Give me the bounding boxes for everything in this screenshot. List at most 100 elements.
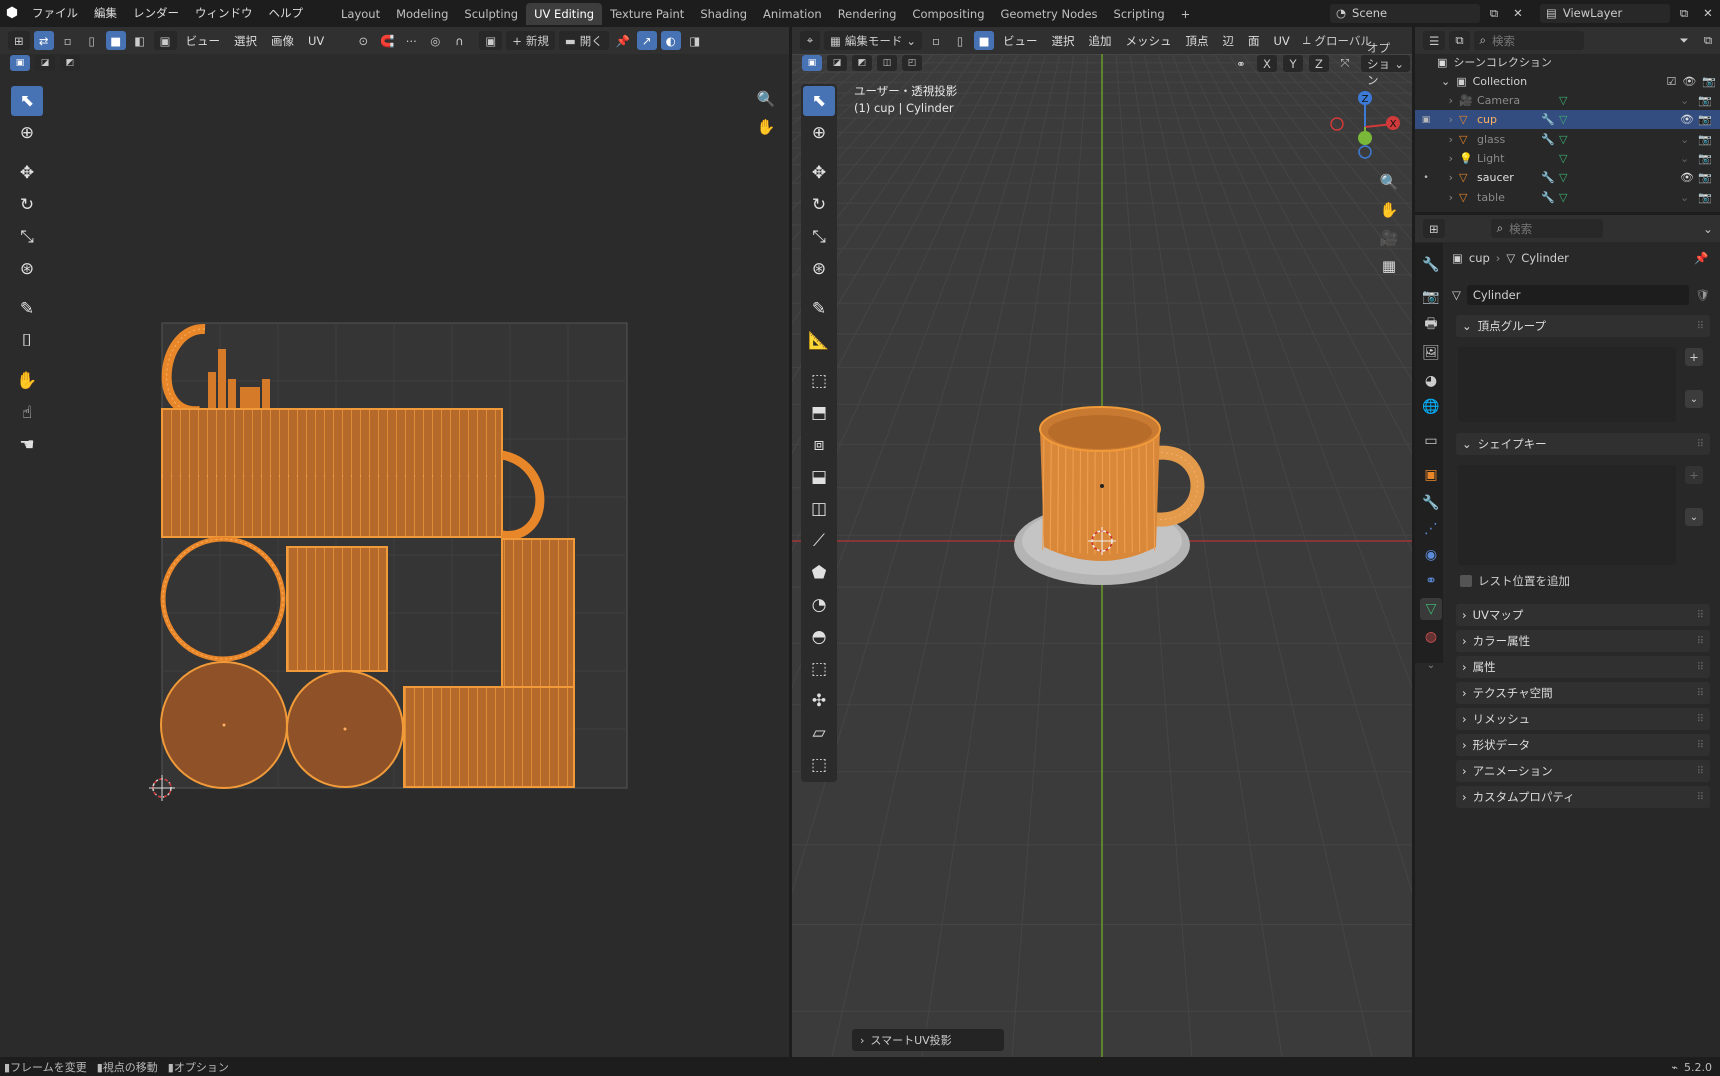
expand-chevron-icon[interactable]: ›	[1437, 191, 1459, 204]
sync-selection-icon[interactable]: ⇄	[33, 31, 54, 50]
move-tool-icon[interactable]: ✥	[11, 158, 43, 188]
shape-key-menu-icon[interactable]: ⌄	[1685, 508, 1703, 526]
outliner-item-light[interactable]: › 💡 Light ▽ ⌄ 📷	[1415, 149, 1720, 168]
eye-icon[interactable]: 👁	[1680, 171, 1698, 184]
panel-grip-icon[interactable]: ⠿	[1697, 714, 1710, 725]
camera-render-icon[interactable]: 📷	[1698, 152, 1720, 165]
uv-menu-select[interactable]: 選択	[227, 33, 264, 49]
panel-grip-icon[interactable]: ⠿	[1697, 688, 1710, 699]
new-view-layer-icon[interactable]: ⧉	[1674, 4, 1694, 23]
panel-header-4[interactable]: › リメッシュ ⠿	[1456, 708, 1710, 730]
vp-menu-uv[interactable]: UV	[1267, 34, 1297, 48]
tab-animation[interactable]: Animation	[755, 3, 830, 25]
rip-region-tool-icon[interactable]: ⬚	[803, 750, 835, 780]
navigation-gizmo[interactable]: Z X	[1325, 87, 1405, 167]
snap-target-icon[interactable]: ⋯	[401, 31, 421, 50]
scene-tab-icon[interactable]: ◕	[1420, 370, 1442, 392]
panel-grip-icon[interactable]: ⠿	[1697, 662, 1710, 673]
blender-logo-icon[interactable]: ⬢	[0, 5, 24, 21]
overlay-icon[interactable]: ◐	[660, 31, 681, 50]
vertex-group-menu-icon[interactable]: ⌄	[1685, 390, 1703, 408]
tab-texture-paint[interactable]: Texture Paint	[602, 3, 692, 25]
select-subtract-icon[interactable]: ◩	[60, 55, 80, 71]
vp-select-new-icon[interactable]: ▣	[802, 55, 822, 71]
tab-layout[interactable]: Layout	[333, 3, 388, 25]
mirror-z-toggle[interactable]: Z	[1309, 55, 1329, 72]
properties-search-field[interactable]: ⌕ 検索	[1490, 219, 1603, 238]
shape-key-add-icon[interactable]: +	[1685, 466, 1703, 484]
render-tab-icon[interactable]: 📷	[1420, 286, 1442, 308]
scene-selector[interactable]: ◔ Scene	[1330, 3, 1480, 23]
vp-select-extend-icon[interactable]: ◪	[827, 55, 847, 71]
mirror-y-toggle[interactable]: Y	[1283, 55, 1303, 72]
props-options-chevron-icon[interactable]: ⌄	[1698, 219, 1718, 238]
new-collection-icon[interactable]: ⧉	[1698, 31, 1718, 50]
camera-render-icon[interactable]: 📷	[1698, 94, 1720, 107]
face-mode-icon[interactable]: ■	[974, 31, 995, 50]
tool-tab-icon[interactable]: 🔧	[1420, 254, 1442, 276]
vp-menu-view[interactable]: ビュー	[996, 33, 1045, 49]
eye-icon[interactable]: 👁	[1680, 113, 1698, 126]
mode-selector[interactable]: ▦ 編集モード ⌄	[824, 31, 923, 50]
vp-select-box-tool-icon[interactable]: ⬉	[803, 86, 835, 116]
panel-header-0[interactable]: › UVマップ ⠿	[1456, 604, 1710, 626]
vp-transform-tool-icon[interactable]: ⊛	[803, 254, 835, 284]
vertex-groups-panel-header[interactable]: ⌄ 頂点グループ ⠿	[1456, 315, 1710, 337]
panel-grip-icon[interactable]: ⠿	[1697, 792, 1710, 803]
select-new-icon[interactable]: ▣	[10, 55, 30, 71]
uv-canvas[interactable]	[0, 27, 789, 1057]
outliner-search-field[interactable]: ⌕ 検索	[1473, 31, 1584, 50]
3d-viewport-area[interactable]: ⌖ ▦ 編集モード ⌄ ▫ ▯ ■ ビュー 選択 追加 メッシュ 頂点 辺 面 UV…	[792, 27, 1412, 1057]
options-dropdown[interactable]: オプション ⌄	[1361, 41, 1410, 87]
tab-shading[interactable]: Shading	[692, 3, 755, 25]
outliner-item-camera[interactable]: › 🎥 Camera ▽ ⌄ 📷	[1415, 91, 1720, 110]
output-tab-icon[interactable]: 🖶	[1420, 314, 1442, 336]
collection-camera-icon[interactable]: 📷	[1702, 75, 1716, 88]
vp-annotate-tool-icon[interactable]: ✎	[803, 294, 835, 324]
vp-menu-edge[interactable]: 辺	[1216, 33, 1242, 49]
panel-header-6[interactable]: › アニメーション ⠿	[1456, 760, 1710, 782]
delete-scene-icon[interactable]: ✕	[1508, 4, 1528, 23]
transform-tool-icon[interactable]: ⊛	[11, 254, 43, 284]
vp-select-intersect-icon[interactable]: ◰	[902, 55, 922, 71]
vp-menu-select[interactable]: 選択	[1045, 33, 1082, 49]
panel-grip-icon[interactable]: ⠿	[1697, 636, 1710, 647]
uv-menu-uv[interactable]: UV	[301, 34, 331, 48]
shape-keys-list[interactable]	[1458, 465, 1676, 565]
island-select-icon[interactable]: ◧	[130, 31, 150, 50]
vp-menu-vertex[interactable]: 頂点	[1179, 33, 1216, 49]
camera-render-icon[interactable]: 📷	[1698, 113, 1720, 126]
tab-compositing[interactable]: Compositing	[904, 3, 992, 25]
expand-chevron-icon[interactable]: ›	[1437, 171, 1459, 184]
face-select-icon[interactable]: ■	[105, 31, 126, 50]
camera-render-icon[interactable]: 📷	[1698, 191, 1720, 204]
vp-cursor-tool-icon[interactable]: ⊕	[803, 118, 835, 148]
cursor-tool-icon[interactable]: ⊕	[11, 118, 43, 148]
filter-icon[interactable]: ⏷	[1674, 31, 1694, 50]
menu-render[interactable]: レンダー	[125, 0, 187, 26]
tab-scripting[interactable]: Scripting	[1106, 3, 1173, 25]
rip-tool-icon[interactable]: ⌷	[11, 326, 43, 356]
object-tab-icon[interactable]: ▣	[1420, 464, 1442, 486]
expand-chevron-icon[interactable]: ›	[1437, 152, 1459, 165]
add-cube-tool-icon[interactable]: ⬚	[803, 366, 835, 396]
properties-editor-type-icon[interactable]: ⊞	[1423, 219, 1445, 238]
outliner-item-glass[interactable]: › ▽ glass 🔧 ▽ ⌄ 📷	[1415, 130, 1720, 149]
relax-tool-icon[interactable]: ☝	[11, 398, 43, 428]
select-box-tool-icon[interactable]: ⬉	[11, 86, 43, 116]
proportional-edit-icon[interactable]: ◎	[425, 31, 445, 50]
uv-menu-view[interactable]: ビュー	[179, 33, 228, 49]
modifier-tab-icon[interactable]: 🔧	[1420, 492, 1442, 514]
new-scene-icon[interactable]: ⧉	[1484, 4, 1504, 23]
outliner-item-saucer[interactable]: • › ▽ saucer 🔧 ▽ 👁 📷	[1415, 168, 1720, 187]
shape-keys-panel-header[interactable]: ⌄ シェイプキー ⠿	[1456, 433, 1710, 455]
panel-header-7[interactable]: › カスタムプロパティ ⠿	[1456, 786, 1710, 808]
vp-scale-tool-icon[interactable]: ⤡	[803, 222, 835, 252]
add-workspace-button[interactable]: +	[1173, 3, 1199, 25]
image-browse-icon[interactable]: ▣	[479, 31, 503, 50]
editor-type-icon[interactable]: ⊞	[8, 31, 30, 50]
particles-tab-icon[interactable]: ⋰	[1420, 518, 1442, 540]
outliner-collection[interactable]: ⌄ ▣ Collection ☑ 👁 📷	[1441, 72, 1716, 90]
mirror-x-toggle[interactable]: X	[1257, 55, 1277, 72]
physics-tab-icon[interactable]: ◉	[1420, 544, 1442, 566]
